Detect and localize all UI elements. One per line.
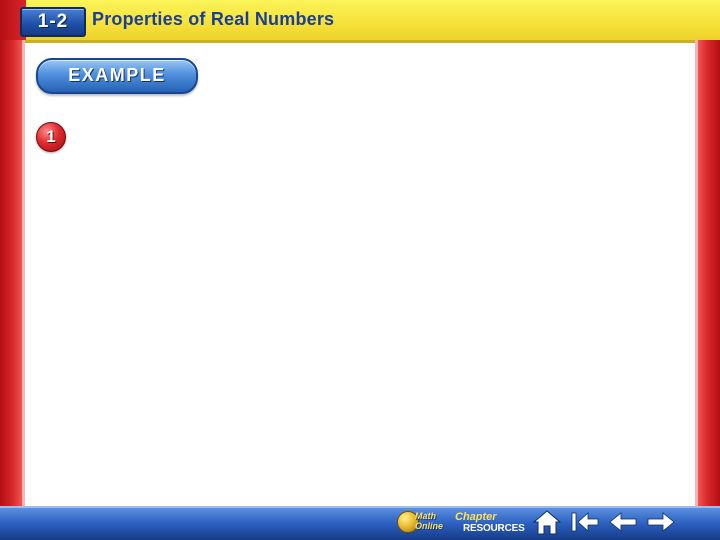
home-button[interactable]: [532, 508, 562, 536]
right-frame: [695, 40, 720, 540]
first-slide-icon: [571, 512, 599, 532]
example-heading: EXAMPLE: [36, 58, 198, 94]
arrow-left-icon: [609, 512, 637, 532]
previous-slide-button[interactable]: [608, 508, 638, 536]
arrow-right-icon: [647, 512, 675, 532]
example-number: 1: [46, 127, 56, 146]
left-frame: [0, 40, 25, 540]
math-online-button[interactable]: Math Online: [397, 510, 447, 534]
lesson-header: 1-2 Properties of Real Numbers: [0, 0, 720, 43]
example-number-badge: 1: [36, 122, 66, 152]
slide: 1-2 Properties of Real Numbers EXAMPLE 1…: [0, 0, 720, 540]
next-slide-button[interactable]: [646, 508, 676, 536]
lesson-tab: 1-2: [20, 7, 86, 37]
chapter-label: Chapter: [455, 511, 497, 523]
lesson-title: Properties of Real Numbers: [92, 9, 335, 29]
first-slide-button[interactable]: [570, 508, 600, 536]
resources-label: RESOURCES: [463, 523, 525, 534]
chapter-resources-button[interactable]: Chapter RESOURCES: [455, 512, 525, 536]
example-label: EXAMPLE: [68, 65, 166, 85]
math-online-label: Math Online: [415, 511, 444, 531]
home-icon: [532, 510, 562, 535]
lesson-number: 1-2: [37, 11, 69, 32]
